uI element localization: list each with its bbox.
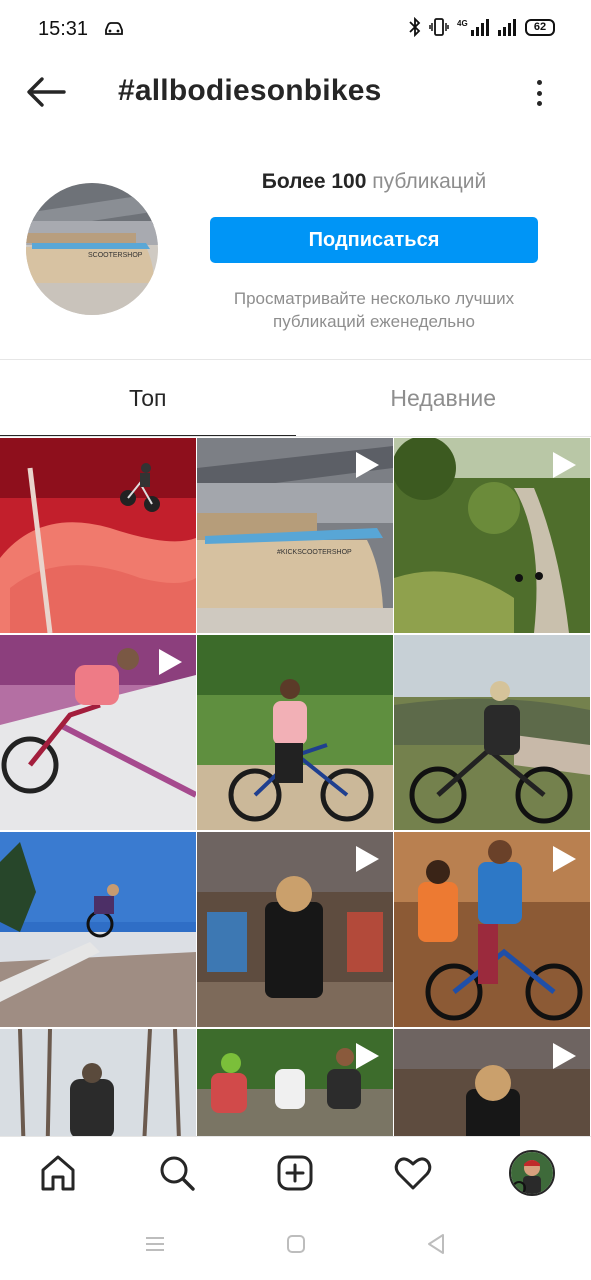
video-indicator-icon xyxy=(159,649,182,675)
video-indicator-icon xyxy=(356,452,379,478)
grid-post[interactable] xyxy=(0,635,196,830)
grid-post[interactable] xyxy=(394,1029,590,1136)
follow-hint-text: Просматривайте несколько лучших публикац… xyxy=(233,289,515,331)
posts-label: публикаций xyxy=(372,170,487,193)
more-dot xyxy=(536,101,542,106)
video-indicator-icon xyxy=(553,452,576,478)
nav-new-post-button[interactable] xyxy=(271,1149,319,1197)
grid-post[interactable] xyxy=(0,1029,196,1136)
tab-recent[interactable]: Недавние xyxy=(296,360,591,437)
recent-apps-icon[interactable] xyxy=(143,1232,167,1256)
grid-post[interactable] xyxy=(197,635,393,830)
nav-home-button[interactable] xyxy=(34,1149,82,1197)
svg-text:#KICKSCOOTERSHOP: #KICKSCOOTERSHOP xyxy=(277,549,352,556)
posts-count: Более 100 xyxy=(261,170,367,193)
grid-post[interactable] xyxy=(0,832,196,1027)
vibrate-icon xyxy=(429,18,449,36)
video-indicator-icon xyxy=(356,846,379,872)
grid-post[interactable] xyxy=(0,438,196,633)
svg-text:SCOOTERSHOP: SCOOTERSHOP xyxy=(88,252,143,259)
home-circle-icon[interactable] xyxy=(284,1232,308,1256)
nav-activity-button[interactable] xyxy=(389,1149,437,1197)
posts-grid: #KICKSCOOTERSHOP xyxy=(0,438,591,1136)
battery-icon: 62 xyxy=(525,18,555,36)
profile-avatar xyxy=(509,1150,555,1196)
follow-button[interactable]: Подписаться xyxy=(210,217,538,263)
more-options-button[interactable] xyxy=(525,76,553,110)
back-arrow-icon xyxy=(27,77,66,107)
post-image xyxy=(394,635,590,830)
car-icon xyxy=(105,22,123,35)
system-navigation xyxy=(0,1208,591,1280)
grid-post[interactable] xyxy=(197,832,393,1027)
back-button[interactable] xyxy=(24,74,68,110)
post-image xyxy=(0,438,196,633)
post-image xyxy=(0,832,196,1027)
signal-4g-icon: 4G xyxy=(457,19,489,36)
hashtag-avatar[interactable]: SCOOTERSHOP xyxy=(26,183,158,315)
grid-post[interactable] xyxy=(394,832,590,1027)
system-back-icon[interactable] xyxy=(424,1232,448,1256)
activity-heart-icon xyxy=(394,1157,432,1190)
top-bar: #allbodiesonbikes xyxy=(0,60,591,124)
new-post-icon xyxy=(277,1155,313,1191)
grid-post[interactable] xyxy=(394,438,590,633)
status-time: 15:31 xyxy=(38,18,89,40)
bluetooth-icon xyxy=(409,17,421,37)
nav-profile-button[interactable] xyxy=(508,1149,556,1197)
grid-post[interactable] xyxy=(197,1029,393,1136)
post-image xyxy=(197,635,393,830)
signal-icon xyxy=(498,19,516,36)
video-indicator-icon xyxy=(356,1043,379,1069)
video-indicator-icon xyxy=(553,846,576,872)
battery-level: 62 xyxy=(533,21,547,33)
bottom-navigation xyxy=(0,1136,591,1208)
divider xyxy=(0,436,591,437)
feed-tabs: Топ Недавние xyxy=(0,360,591,437)
grid-post[interactable] xyxy=(394,635,590,830)
network-label: 4G xyxy=(457,19,468,28)
status-icons: 4G 62 xyxy=(409,17,555,37)
hashtag-avatar-image: SCOOTERSHOP xyxy=(26,183,158,315)
tab-top[interactable]: Топ xyxy=(0,360,296,437)
status-bar: 15:31 4G 62 xyxy=(0,0,591,60)
profile-avatar-image xyxy=(511,1152,553,1194)
nav-search-button[interactable] xyxy=(153,1149,201,1197)
post-image xyxy=(0,1029,196,1136)
page-title: #allbodiesonbikes xyxy=(118,74,382,107)
posts-count-line: Более 100 публикаций xyxy=(210,170,538,194)
home-icon xyxy=(41,1155,75,1191)
more-dot xyxy=(536,80,542,85)
search-icon xyxy=(160,1156,195,1191)
more-dot xyxy=(536,90,542,96)
grid-post[interactable]: #KICKSCOOTERSHOP xyxy=(197,438,393,633)
video-indicator-icon xyxy=(553,1043,576,1069)
